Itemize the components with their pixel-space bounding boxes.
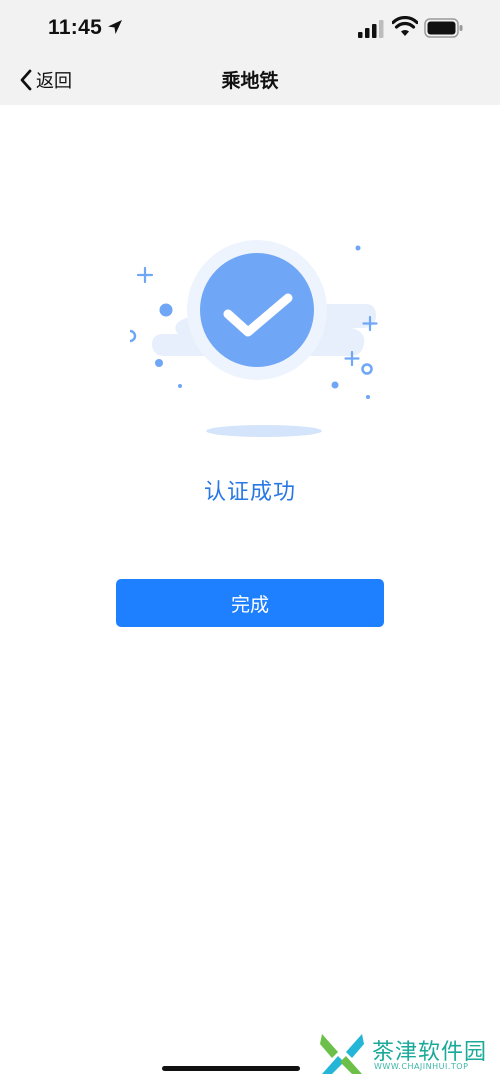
- dot-decoration: [331, 381, 339, 389]
- top-bar-background: 11:45 返回 乘地铁: [0, 0, 500, 105]
- dot-decoration: [355, 245, 361, 251]
- dot-decoration: [159, 303, 173, 317]
- wifi-icon: [392, 16, 418, 36]
- watermark: 茶津软件园 WWW.CHAJINHUI.TOP: [318, 1030, 498, 1078]
- plus-icon: [136, 266, 154, 284]
- navigation-bar: 返回 乘地铁: [0, 56, 500, 104]
- ring-decoration: [130, 329, 137, 343]
- location-arrow-icon: [108, 20, 122, 34]
- dot-decoration: [366, 395, 370, 399]
- battery-icon: [424, 18, 463, 38]
- dot-decoration: [155, 359, 163, 367]
- success-illustration: [130, 240, 378, 437]
- shadow-ellipse: [206, 425, 322, 437]
- signal-icon: [358, 20, 384, 38]
- status-time: 11:45: [48, 16, 103, 39]
- status-bar: 11:45: [0, 0, 500, 60]
- success-message: 认证成功: [203, 480, 296, 505]
- home-indicator[interactable]: [162, 1066, 300, 1071]
- watermark-url: WWW.CHAJINHUI.TOP: [374, 1062, 469, 1071]
- ring-decoration: [361, 363, 373, 375]
- check-circle: [200, 253, 314, 367]
- done-button[interactable]: 完成: [116, 579, 384, 627]
- page-title: 乘地铁: [221, 70, 279, 92]
- dot-decoration: [178, 384, 182, 388]
- watermark-logo-icon: [320, 1034, 364, 1074]
